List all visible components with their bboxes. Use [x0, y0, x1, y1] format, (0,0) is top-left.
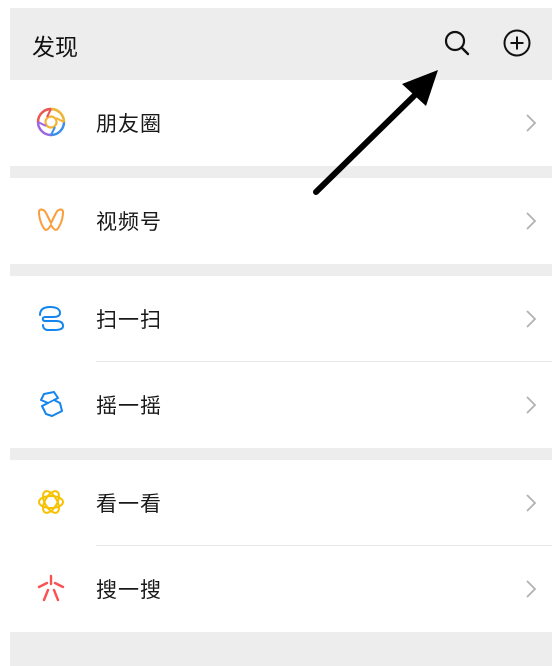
list-item-search[interactable]: 搜一搜	[10, 546, 552, 632]
list-item-label: 搜一搜	[96, 578, 162, 602]
search-icon	[444, 30, 470, 56]
shake-icon	[40, 391, 63, 417]
list-item-label: 朋友圈	[96, 112, 162, 136]
list-item-label: 摇一摇	[96, 394, 162, 418]
chevron-right-icon	[526, 212, 537, 230]
group-top-stories-search: 看一看 搜一搜	[10, 460, 552, 632]
search-spark-icon	[37, 574, 65, 602]
list-item-scan[interactable]: 扫一扫	[10, 276, 552, 362]
top-stories-icon	[38, 490, 64, 514]
search-button[interactable]	[440, 26, 474, 60]
group-channels: 视频号	[10, 178, 552, 264]
moments-icon	[36, 107, 66, 137]
chevron-right-icon	[526, 310, 537, 328]
list-item-top-stories[interactable]: 看一看	[10, 460, 552, 546]
channels-icon	[38, 208, 64, 231]
chevron-right-icon	[526, 580, 537, 598]
list-item-label: 视频号	[96, 210, 162, 234]
list-item-shake[interactable]: 摇一摇	[10, 362, 552, 448]
chevron-right-icon	[526, 396, 537, 414]
list-item-channels[interactable]: 视频号	[10, 178, 552, 264]
plus-circle-icon	[503, 29, 531, 57]
list-item-label: 看一看	[96, 492, 162, 516]
list-item-moments[interactable]: 朋友圈	[10, 80, 552, 166]
scan-icon	[39, 305, 65, 331]
header-bar: 发现	[10, 8, 552, 80]
group-moments: 朋友圈	[10, 80, 552, 166]
add-button[interactable]	[500, 26, 534, 60]
chevron-right-icon	[526, 114, 537, 132]
list-item-label: 扫一扫	[96, 308, 162, 332]
discover-screen: 发现 朋友圈 视频号 扫一扫 摇一摇 看一看 搜一搜	[10, 8, 552, 666]
page-title: 发现	[32, 35, 78, 61]
chevron-right-icon	[526, 494, 537, 512]
group-scan-shake: 扫一扫 摇一摇	[10, 276, 552, 448]
